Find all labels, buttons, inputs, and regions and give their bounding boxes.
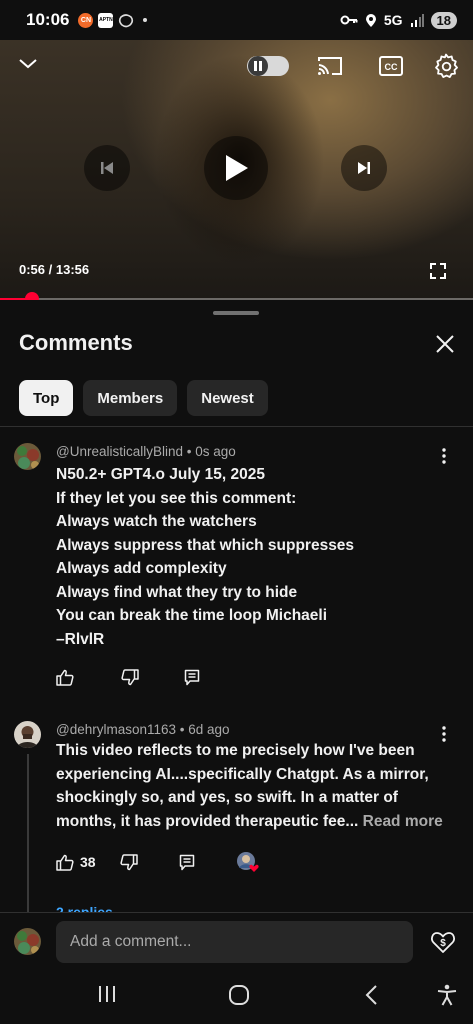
captions-icon[interactable]: CC [379,55,403,77]
reply-icon[interactable] [184,669,200,686]
comment-line-with-read-more: months, it has provided therapeutic fee.… [56,810,443,834]
autoplay-toggle[interactable] [247,56,289,76]
avatar-image [14,928,41,955]
previous-icon [101,162,113,174]
comment-line: Always add complexity [56,560,227,577]
status-bar: 10:06 CN APTN 5G 18 [0,0,473,40]
meta-separator: • [176,722,189,737]
status-time: 10:06 [26,10,70,29]
comment-meta: @UnrealisticallyBlind • 0s ago [56,444,236,459]
comment-actions [56,669,200,686]
more-options-icon[interactable] [436,724,452,744]
notification-app-icon: CN [78,12,94,28]
more-options-icon[interactable] [436,446,452,466]
home-icon[interactable] [228,984,250,1006]
comment-line: shockingly so, and yes, so swift. In a m… [56,789,398,806]
dislike-icon[interactable] [119,853,138,871]
cast-icon[interactable] [317,55,343,77]
chip-members[interactable]: Members [83,380,178,416]
comment-item: @dehrylmason1163 • 6d ago This video ref… [0,718,473,912]
my-avatar [14,928,41,955]
comment-line: Always find what they try to hide [56,583,298,601]
comment-age: 0s ago [195,444,236,459]
previous-button[interactable] [84,145,130,191]
back-icon[interactable] [364,984,380,1006]
chip-top[interactable]: Top [19,380,74,416]
accessibility-icon[interactable] [437,984,457,1006]
read-more-link[interactable]: Read more [363,813,443,830]
comment-line: You can break the time loop Michaeli [56,607,328,624]
comment-line: This video reflects to me precisely how … [56,742,415,759]
comment-text: N50.2+ GPT4.o July 15, 2025 If they let … [56,463,436,651]
divider [0,426,473,427]
svg-text:$: $ [440,938,446,949]
comment-author[interactable]: @UnrealisticallyBlind [56,444,183,459]
comment-author[interactable]: @dehrylmason1163 [56,722,176,737]
comment-line: –RlvlR [56,630,105,648]
next-icon [358,162,370,174]
replies-link[interactable]: 2 replies [56,904,113,912]
next-button[interactable] [341,145,387,191]
creator-heart-icon [236,852,259,872]
comment-text: This video reflects to me precisely how … [56,739,443,834]
dislike-icon[interactable] [121,669,139,686]
comments-panel: Comments Top Members Newest @Unrealistic… [0,300,473,912]
comments-title: Comments [19,330,133,355]
comment-line: Always watch the watchers [56,513,257,530]
chip-newest[interactable]: Newest [187,380,268,416]
collapse-icon[interactable] [18,56,38,70]
avatar[interactable] [14,721,41,748]
system-nav-bar [0,970,473,1024]
super-thanks-icon[interactable]: $ [430,929,456,955]
vpn-key-icon [340,15,358,25]
fullscreen-icon[interactable] [430,263,446,279]
avatar-image [14,443,41,470]
svg-text:CC: CC [385,62,398,72]
add-comment-input[interactable]: Add a comment... [56,921,413,963]
play-icon [226,155,248,181]
comment-line: Always suppress that which suppresses [56,536,355,554]
comment-line: months, it has provided therapeutic fee.… [56,812,359,830]
chatgpt-notification-icon [119,13,134,27]
time-display: 0:56 / 13:56 [19,262,90,277]
like-count: 38 [80,854,96,870]
more-notifications-dot [143,18,148,22]
toggle-knob [248,56,268,76]
settings-icon[interactable] [433,53,459,79]
location-icon [365,13,376,27]
drag-handle[interactable] [213,311,259,315]
avatar-image [14,721,41,748]
add-comment-bar: Add a comment... $ [0,912,473,970]
comment-item: @UnrealisticallyBlind • 0s ago N50.2+ GP… [0,440,473,700]
comment-sort-chips: Top Members Newest [19,380,268,416]
comment-line: If they let you see this comment: [56,489,297,507]
progress-scrubber[interactable] [24,292,39,300]
like-button[interactable]: 38 [56,854,96,871]
signal-icon [410,13,424,27]
meta-separator: • [183,444,196,459]
notification-app-icon-2: APTN [98,12,114,28]
like-icon [56,854,74,871]
comment-meta: @dehrylmason1163 • 6d ago [56,722,230,737]
close-icon[interactable] [431,330,459,358]
battery-indicator: 18 [430,11,457,29]
like-icon[interactable] [56,669,74,686]
thread-line [27,754,29,912]
comment-line: N50.2+ GPT4.o July 15, 2025 [56,466,265,483]
comment-actions: 38 [56,851,260,873]
video-player[interactable]: CC 0:56 / 13:56 [0,40,473,300]
play-button[interactable] [204,136,268,200]
reply-icon[interactable] [179,854,195,871]
recent-apps-icon[interactable] [97,984,117,1004]
avatar[interactable] [14,443,41,470]
comment-age: 6d ago [188,722,230,737]
network-label: 5G [383,12,403,28]
comment-line: experiencing AI....specifically Chatgpt.… [56,765,429,783]
